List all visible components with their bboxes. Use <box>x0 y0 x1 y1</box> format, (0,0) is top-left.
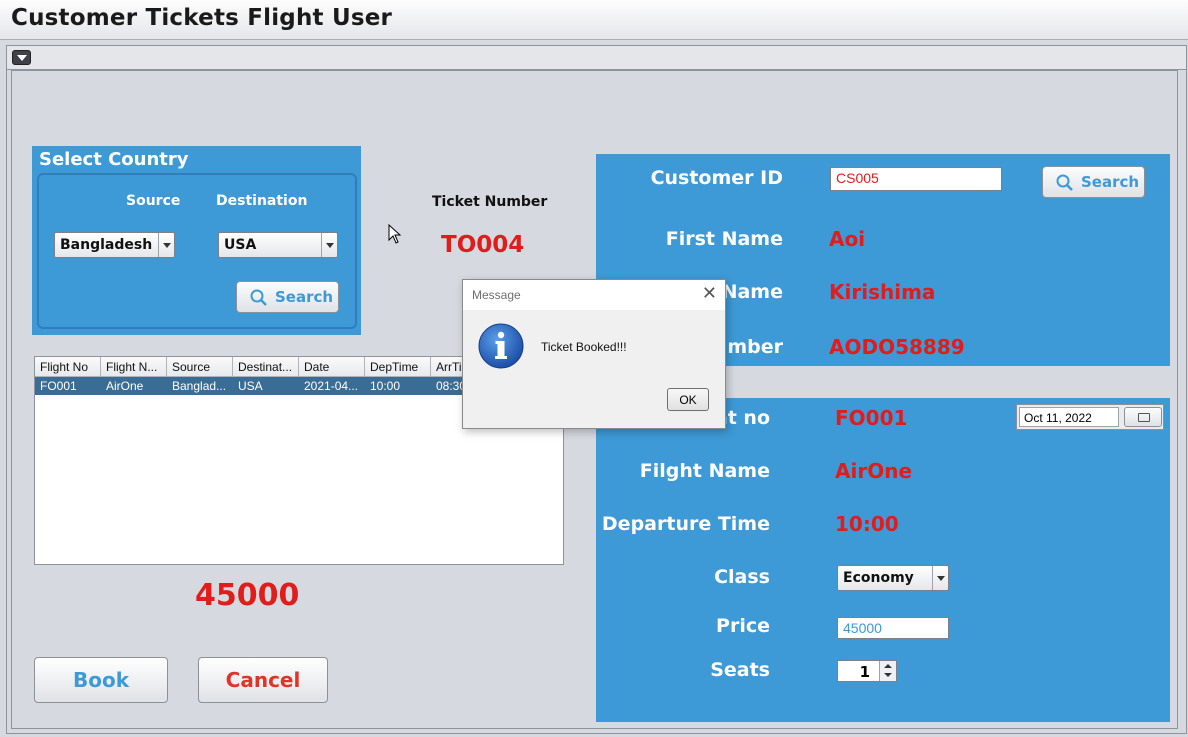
mouse-cursor-icon <box>388 224 402 244</box>
last-name-value: Kirishima <box>829 280 936 304</box>
column-header[interactable]: Source <box>167 357 233 377</box>
dialog-message: Ticket Booked!!! <box>541 340 627 354</box>
cancel-button[interactable]: Cancel <box>198 657 328 703</box>
price-input[interactable]: 45000 <box>837 617 949 639</box>
seats-spinner-value: 1 <box>859 663 870 681</box>
first-name-value: Aoi <box>829 227 866 251</box>
calendar-icon[interactable] <box>1124 407 1162 427</box>
customer-id-label: Customer ID <box>650 167 783 189</box>
seats-spinner[interactable]: 1 <box>837 660 897 682</box>
source-select[interactable]: Bangladesh <box>54 232 175 258</box>
search-icon <box>1056 174 1073 191</box>
ticket-number-label: Ticket Number <box>432 194 548 210</box>
flight-name-value: AirOne <box>835 459 913 483</box>
frame-menu-button[interactable] <box>12 50 31 65</box>
table-cell: 2021-04... <box>304 379 359 393</box>
dialog-title: Message <box>472 288 521 302</box>
total-price: 45000 <box>195 578 300 613</box>
table-cell: USA <box>238 379 263 393</box>
window-title: Customer Tickets Flight User <box>11 5 393 31</box>
class-label: Class <box>714 566 770 588</box>
destination-select[interactable]: USA <box>218 232 338 258</box>
date-picker[interactable]: Oct 11, 2022 <box>1016 404 1164 430</box>
select-country-panel: Select Country Source Destination Bangla… <box>32 146 361 335</box>
book-button[interactable]: Book <box>34 657 168 703</box>
country-search-label: Search <box>275 288 334 306</box>
table-cell: AirOne <box>106 379 144 393</box>
class-select[interactable]: Economy <box>837 565 949 591</box>
departure-time-label: Departure Time <box>601 513 770 535</box>
select-country-heading: Select Country <box>39 149 189 170</box>
date-picker-value[interactable]: Oct 11, 2022 <box>1019 407 1119 427</box>
table-cell: FO001 <box>40 379 77 393</box>
customer-search-label: Search <box>1081 173 1140 191</box>
chevron-down-icon[interactable] <box>321 233 337 257</box>
customer-id-input-value: CS005 <box>836 170 879 186</box>
flight-name-label: Filght Name <box>639 460 770 482</box>
table-cell: 10:00 <box>370 379 401 393</box>
window-titlebar: Customer Tickets Flight User <box>0 0 1188 40</box>
destination-select-value: USA <box>224 237 257 253</box>
internal-frame-header <box>7 46 1186 70</box>
close-icon[interactable]: ✕ <box>702 283 717 304</box>
ok-button[interactable]: OK <box>667 388 709 411</box>
column-header[interactable]: Flight No <box>35 357 101 377</box>
column-header[interactable]: Date <box>299 357 365 377</box>
info-icon <box>478 323 524 369</box>
passport-number-value: AODO58889 <box>829 335 965 359</box>
table-cell: Banglad... <box>172 379 227 393</box>
destination-label: Destination <box>216 193 308 209</box>
price-label: Price <box>716 615 770 637</box>
search-icon <box>250 289 267 306</box>
first-name-label: First Name <box>665 228 783 250</box>
source-label: Source <box>126 193 181 209</box>
source-select-value: Bangladesh <box>60 237 153 253</box>
class-select-value: Economy <box>843 570 914 586</box>
seats-label: Seats <box>710 659 770 681</box>
column-header[interactable]: Flight N... <box>101 357 167 377</box>
column-header[interactable]: Destinat... <box>233 357 299 377</box>
column-header[interactable]: DepTime <box>365 357 431 377</box>
flight-no-value: FO001 <box>835 406 908 430</box>
country-search-button[interactable]: Search <box>236 281 339 313</box>
departure-time-value: 10:00 <box>835 512 899 536</box>
chevron-down-icon[interactable] <box>158 233 174 257</box>
customer-id-input[interactable]: CS005 <box>830 167 1002 191</box>
ticket-number-value: TO004 <box>441 232 525 258</box>
price-input-value: 45000 <box>843 620 882 636</box>
chevron-down-icon[interactable] <box>932 566 948 590</box>
customer-search-button[interactable]: Search <box>1042 166 1145 198</box>
message-dialog: Message ✕ Ticket Booked!!! OK <box>462 279 726 429</box>
dialog-titlebar: Message ✕ <box>463 280 725 310</box>
spinner-arrows-icon[interactable] <box>879 661 896 681</box>
